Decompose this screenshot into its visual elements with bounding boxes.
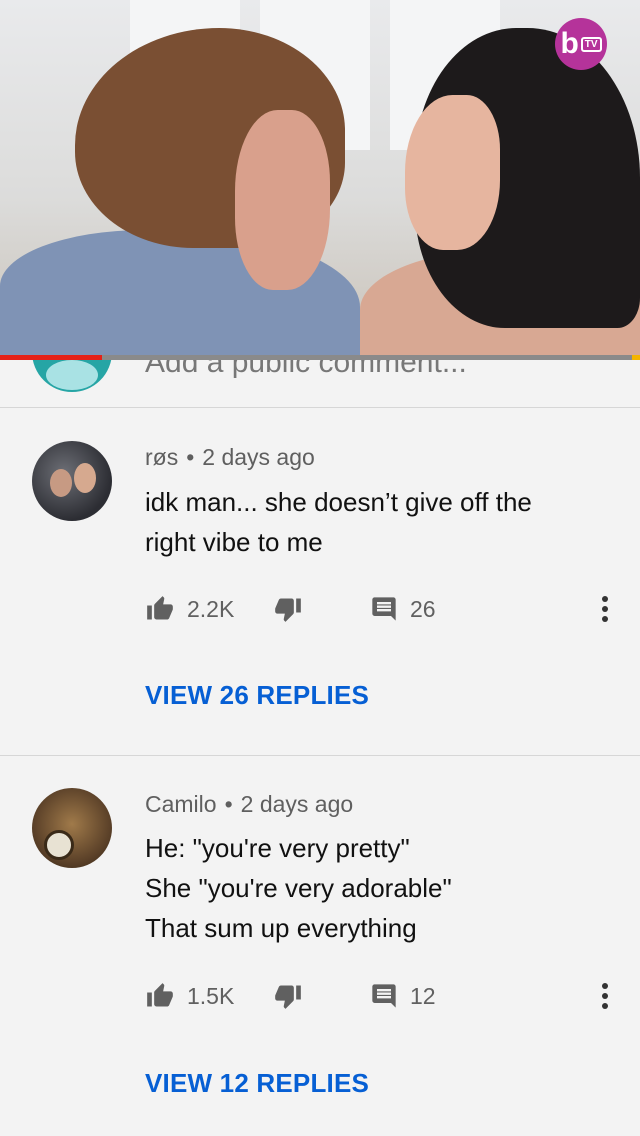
like-count: 2.2K xyxy=(187,595,235,622)
comment-item: Camilo • 2 days ago He: "you're very prett… xyxy=(0,756,640,1136)
thumbs-down-icon xyxy=(275,985,301,1009)
view-replies-link[interactable]: VIEW 12 REPLIES xyxy=(145,1068,369,1099)
comment-author[interactable]: røs xyxy=(145,444,178,470)
comment-text-line: idk man... she doesn’t give off the xyxy=(145,487,532,517)
more-vert-icon xyxy=(602,983,608,1009)
comment-menu-button[interactable] xyxy=(593,978,617,1014)
like-button[interactable]: 2.2K xyxy=(145,591,234,627)
video-player[interactable]: b TV xyxy=(0,0,640,358)
comment-time: 2 days ago xyxy=(202,444,315,470)
reply-icon xyxy=(372,597,396,621)
thumbs-down-icon xyxy=(275,598,301,622)
dislike-button[interactable] xyxy=(273,591,303,627)
comment-meta: Camilo • 2 days ago xyxy=(145,791,354,817)
reply-count: 12 xyxy=(410,982,436,1009)
more-vert-icon xyxy=(602,596,608,622)
reply-count: 26 xyxy=(410,595,436,622)
comment-meta: røs • 2 days ago xyxy=(145,444,315,470)
comment-text: idk man... she doesn’t give off the righ… xyxy=(145,482,605,562)
commenter-avatar[interactable] xyxy=(32,441,112,521)
video-person-left-face xyxy=(235,110,330,290)
add-comment-row[interactable]: Add a public comment... xyxy=(0,360,640,408)
comment-time: 2 days ago xyxy=(240,791,354,817)
dislike-button[interactable] xyxy=(273,978,303,1014)
thumbs-up-icon xyxy=(147,596,173,620)
comment-text-line: That sum up everything xyxy=(145,913,417,943)
comment-text-line: He: "you're very pretty" xyxy=(145,833,410,863)
comment-author[interactable]: Camilo xyxy=(145,791,217,817)
add-comment-placeholder[interactable]: Add a public comment... xyxy=(145,360,467,380)
channel-watermark-logo: b TV xyxy=(555,18,607,70)
thumbs-up-icon xyxy=(147,983,173,1007)
comment-text: He: "you're very pretty" She "you're ver… xyxy=(145,828,605,948)
comment-text-line: right vibe to me xyxy=(145,527,323,557)
comment-text-line: She "you're very adorable" xyxy=(145,873,452,903)
reply-button[interactable]: 12 xyxy=(370,978,436,1014)
like-button[interactable]: 1.5K xyxy=(145,978,234,1014)
like-count: 1.5K xyxy=(187,982,235,1009)
comment-actions: 1.5K 12 xyxy=(145,978,625,1014)
commenter-avatar[interactable] xyxy=(32,788,112,868)
comment-actions: 2.2K 26 xyxy=(145,591,625,627)
comment-menu-button[interactable] xyxy=(593,591,617,627)
video-person-right-face xyxy=(405,95,500,250)
reply-button[interactable]: 26 xyxy=(370,591,436,627)
current-user-avatar xyxy=(32,360,112,392)
comment-item: røs • 2 days ago idk man... she doesn’t gi… xyxy=(0,408,640,756)
reply-icon xyxy=(372,984,396,1008)
view-replies-link[interactable]: VIEW 26 REPLIES xyxy=(145,680,369,711)
